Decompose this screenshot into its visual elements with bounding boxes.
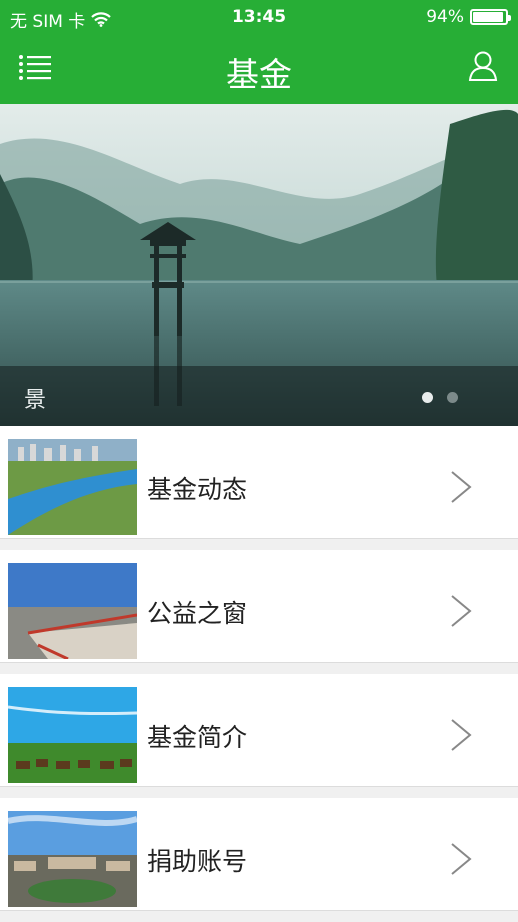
chevron-right-icon <box>451 471 472 503</box>
chevron-right-icon <box>451 719 472 751</box>
battery-fill <box>473 12 504 22</box>
page-dot[interactable] <box>422 392 433 403</box>
banner-caption: 景 <box>24 388 47 413</box>
page-dot[interactable] <box>447 392 458 403</box>
banner-caption-bar: 景 <box>0 366 518 426</box>
item-label: 基金动态 <box>147 475 248 504</box>
status-right: 94% <box>426 7 511 27</box>
page-indicator[interactable] <box>422 392 458 403</box>
menu-list: 基金动态 公益之窗 基金简介 捐助账号 <box>0 426 518 922</box>
thumbnail-pier <box>8 563 137 659</box>
battery-icon <box>470 9 511 25</box>
item-label: 基金简介 <box>147 723 248 752</box>
thumbnail-city-river <box>8 439 137 535</box>
battery-percent: 94% <box>426 7 464 27</box>
chevron-right-icon <box>451 595 472 627</box>
list-item[interactable]: 公益之窗 <box>0 550 518 663</box>
list-item[interactable]: 基金简介 <box>0 674 518 787</box>
chevron-right-icon <box>451 843 472 875</box>
list-item[interactable]: 基金动态 <box>0 426 518 539</box>
list-item[interactable]: 捐助账号 <box>0 798 518 911</box>
thumbnail-grassland <box>8 687 137 783</box>
item-label: 公益之窗 <box>147 599 248 628</box>
item-label: 捐助账号 <box>147 847 248 876</box>
user-icon[interactable] <box>468 50 498 82</box>
app-header: 基金 <box>0 34 518 104</box>
banner-carousel[interactable]: 景 <box>0 104 518 426</box>
status-bar: 无 SIM 卡 13:45 94% <box>0 0 518 34</box>
thumbnail-campus <box>8 811 137 907</box>
page-title: 基金 <box>226 55 292 94</box>
